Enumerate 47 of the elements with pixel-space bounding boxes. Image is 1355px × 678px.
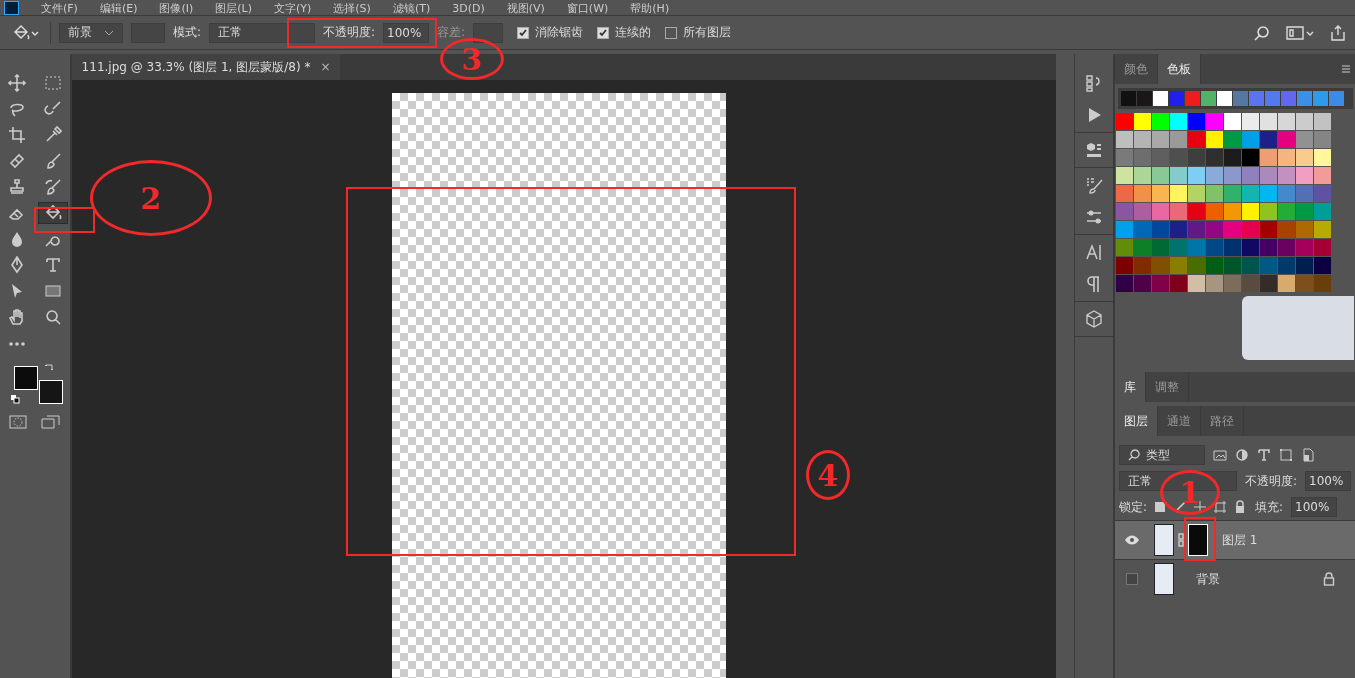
menu-item[interactable]: 图层(L) <box>215 3 252 15</box>
menu-item[interactable]: 编辑(E) <box>99 3 138 15</box>
layer-name: 图层 1 <box>1221 531 1258 549</box>
menu-item[interactable]: 滤镜(T) <box>392 3 431 15</box>
layer-opacity-field[interactable]: 100% <box>1305 471 1351 491</box>
panel-tab[interactable]: 路径 <box>1200 406 1244 436</box>
lock-label: 锁定: <box>1118 498 1147 516</box>
document-tab[interactable]: 111.jpg @ 33.3% (图层 1, 图层蒙版/8) * × <box>71 54 341 80</box>
layer-row[interactable]: 图层 1 <box>1114 520 1355 559</box>
fill-source-dropdown[interactable]: 前景 <box>59 22 123 43</box>
panel-tab[interactable]: 色板 <box>1157 54 1201 84</box>
menu-item[interactable]: 帮助(H) <box>630 3 670 15</box>
checkbox[interactable]: 消除锯齿 <box>517 24 584 41</box>
menu-item[interactable]: 文字(Y) <box>274 3 312 15</box>
mode-label: 模式: <box>173 24 202 41</box>
opacity-label: 不透明度: <box>1244 472 1297 490</box>
opacity-label: 不透明度: <box>323 24 376 41</box>
panel-tab[interactable]: 通道 <box>1157 406 1201 436</box>
menu-item[interactable]: 选择(S) <box>333 3 371 15</box>
mode-dropdown[interactable]: 正常 <box>209 22 316 43</box>
layer-row[interactable]: 背景 <box>1114 559 1355 598</box>
panel-tab[interactable]: 调整 <box>1145 372 1189 402</box>
annotation-number: 3 <box>440 38 504 80</box>
annotation-number: 4 <box>806 450 850 500</box>
tolerance-label: 容差: <box>437 24 466 41</box>
checkbox-label: 连续的 <box>615 24 652 41</box>
fill-label: 填充: <box>1255 498 1284 516</box>
checkbox-label: 消除锯齿 <box>535 24 584 41</box>
close-tab-button[interactable]: × <box>320 60 331 74</box>
menu-item[interactable]: 图像(I) <box>159 3 194 15</box>
menu-item[interactable]: 3D(D) <box>452 3 485 15</box>
layer-filter-dropdown[interactable]: 类型 <box>1118 445 1205 465</box>
fill-field[interactable]: 100% <box>1291 497 1338 517</box>
layer-name: 背景 <box>1195 570 1220 588</box>
menu-item[interactable]: 窗口(W) <box>566 3 609 15</box>
panel-tab[interactable]: 颜色 <box>1114 54 1158 84</box>
annotation-number: 1 <box>1160 470 1220 515</box>
menu-item[interactable]: 文件(F) <box>41 3 78 15</box>
document-title: 111.jpg @ 33.3% (图层 1, 图层蒙版/8) * <box>81 58 311 76</box>
checkbox[interactable]: 所有图层 <box>665 24 732 41</box>
checkbox[interactable]: 连续的 <box>597 24 652 41</box>
menu-item[interactable]: 视图(V) <box>506 3 545 15</box>
opacity-field[interactable]: 100% <box>383 22 430 43</box>
checkbox-label: 所有图层 <box>683 24 732 41</box>
panel-tab[interactable]: 图层 <box>1114 406 1158 436</box>
annotation-number: 2 <box>90 160 212 236</box>
panel-tab[interactable]: 库 <box>1114 372 1146 402</box>
